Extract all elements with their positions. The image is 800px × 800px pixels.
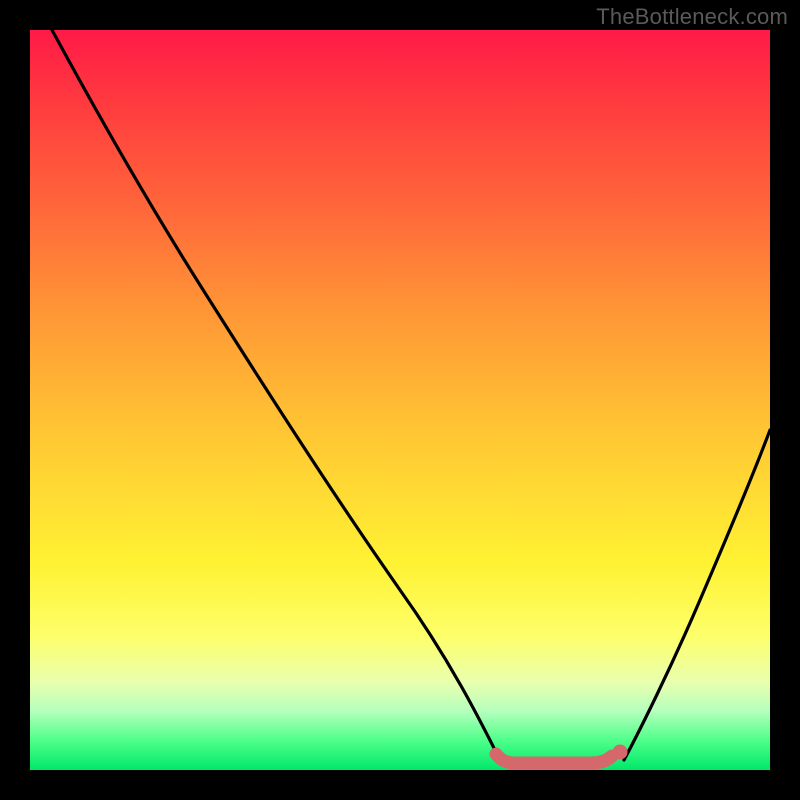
valley-marker-dot — [613, 745, 628, 760]
watermark-text: TheBottleneck.com — [596, 4, 788, 30]
plot-area — [30, 30, 770, 770]
outer-frame: TheBottleneck.com — [0, 0, 800, 800]
valley-marker-line — [496, 754, 612, 763]
left-bottleneck-curve — [52, 30, 500, 760]
right-bottleneck-curve — [624, 430, 770, 760]
chart-svg — [30, 30, 770, 770]
